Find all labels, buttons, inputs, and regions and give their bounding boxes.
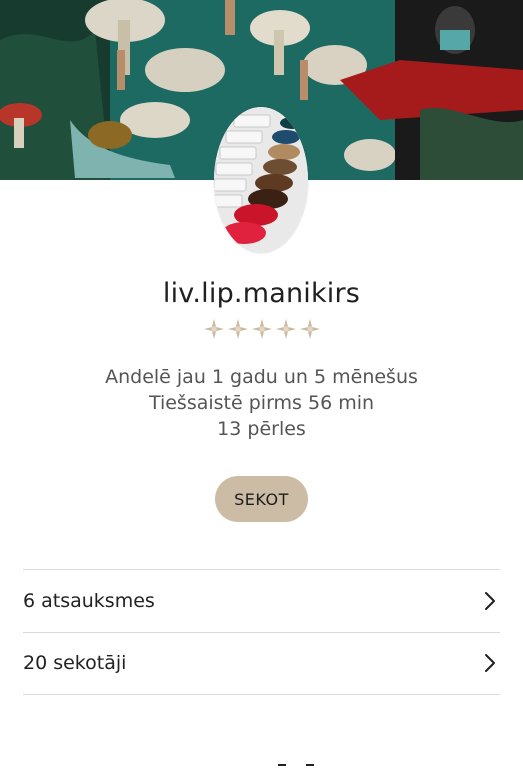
profile-username: liv.lip.manikirs <box>162 278 361 309</box>
divider <box>23 694 500 695</box>
star-icon <box>275 318 296 340</box>
star-icon <box>227 318 248 340</box>
chevron-right-icon <box>485 592 495 610</box>
chevron-right-icon <box>485 654 495 672</box>
member-since-text: Andelē jau 1 gadu un 5 mēnešus <box>105 366 418 388</box>
last-online-text: Tiešsaistē pirms 56 min <box>148 392 375 414</box>
avatar-image <box>214 107 308 253</box>
followers-link[interactable]: 20 sekotāji <box>23 633 500 693</box>
pearls-count-text: 13 pērles <box>217 418 306 440</box>
followers-link-label: 20 sekotāji <box>23 652 127 674</box>
profile-avatar[interactable] <box>214 107 308 253</box>
divider <box>23 569 500 570</box>
follow-button[interactable]: SEKOT <box>215 476 308 522</box>
reviews-link[interactable]: 6 atsauksmes <box>23 571 500 631</box>
tab-icon[interactable] <box>278 762 318 768</box>
star-icon <box>251 318 272 340</box>
star-icon <box>299 318 320 340</box>
rating-stars <box>0 318 523 342</box>
reviews-link-label: 6 atsauksmes <box>23 590 155 612</box>
star-icon <box>203 318 224 340</box>
